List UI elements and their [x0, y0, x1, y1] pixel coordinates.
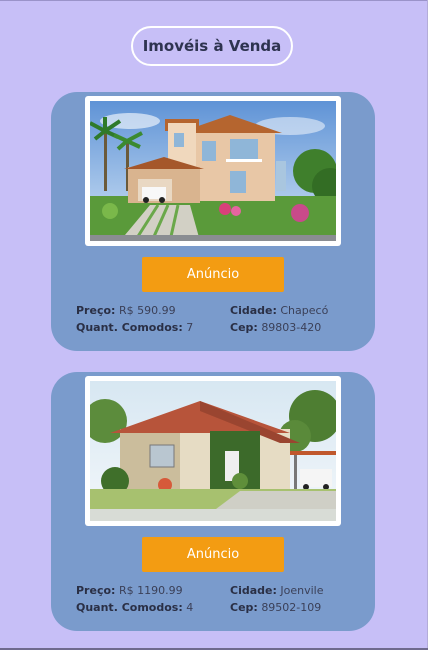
- cep-row: Cep: 89803-420: [230, 319, 360, 336]
- rooms-value: 7: [186, 321, 194, 334]
- price-row: Preço: R$ 1190.99: [76, 582, 226, 599]
- house-photo[interactable]: [90, 381, 336, 521]
- window-top-border: [0, 0, 428, 1]
- listing-card: Anúncio Preço: R$ 1190.99 Quant. Comodos…: [51, 372, 375, 631]
- cep-label: Cep:: [230, 601, 258, 614]
- cep-value: 89803-420: [261, 321, 322, 334]
- city-row: Cidade: Chapecó: [230, 302, 360, 319]
- rooms-label: Quant. Comodos:: [76, 601, 183, 614]
- city-label: Cidade:: [230, 584, 277, 597]
- listing-photo-frame: [85, 96, 341, 246]
- city-row: Cidade: Joenvile: [230, 582, 360, 599]
- cep-value: 89502-109: [261, 601, 322, 614]
- city-value: Joenvile: [280, 584, 324, 597]
- price-row: Preço: R$ 590.99: [76, 302, 226, 319]
- house-photo[interactable]: [90, 101, 336, 241]
- cep-row: Cep: 89502-109: [230, 599, 360, 616]
- listing-card: Anúncio Preço: R$ 590.99 Quant. Comodos:…: [51, 92, 375, 351]
- price-label: Preço:: [76, 304, 116, 317]
- rooms-value: 4: [186, 601, 194, 614]
- page-title: Imovéis à Venda: [131, 26, 293, 66]
- price-label: Preço:: [76, 584, 116, 597]
- listing-ad-button[interactable]: Anúncio: [142, 257, 284, 292]
- price-value: R$ 590.99: [118, 304, 176, 317]
- rooms-row: Quant. Comodos: 7: [76, 319, 226, 336]
- price-value: R$ 1190.99: [118, 584, 183, 597]
- listing-photo-frame: [85, 376, 341, 526]
- rooms-label: Quant. Comodos:: [76, 321, 183, 334]
- cep-label: Cep:: [230, 321, 258, 334]
- listing-ad-button[interactable]: Anúncio: [142, 537, 284, 572]
- city-value: Chapecó: [280, 304, 329, 317]
- rooms-row: Quant. Comodos: 4: [76, 599, 226, 616]
- city-label: Cidade:: [230, 304, 277, 317]
